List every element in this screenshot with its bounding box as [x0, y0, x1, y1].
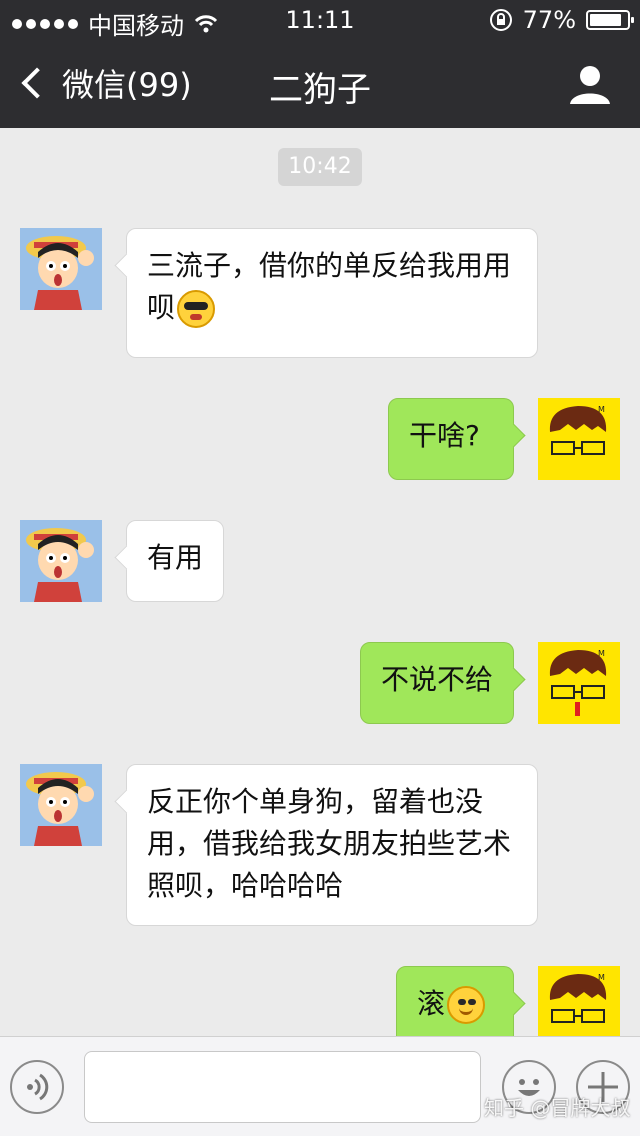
voice-icon — [27, 1073, 49, 1101]
message-text: 滚 — [417, 987, 446, 1020]
status-bar: 中国移动 11:11 77% — [0, 0, 640, 40]
svg-text:M: M — [598, 649, 605, 658]
message-bubble-incoming[interactable]: 有用 — [126, 520, 224, 602]
svg-text:M: M — [598, 405, 605, 414]
message-bubble-outgoing[interactable]: 滚 — [396, 966, 514, 1036]
message-bubble-incoming[interactable]: 反正你个单身狗，留着也没用，借我给我女朋友拍些艺术照呗，哈哈哈哈 — [126, 764, 538, 926]
message-text: 反正你个单身狗，留着也没用，借我给我女朋友拍些艺术照呗，哈哈哈哈 — [147, 785, 512, 902]
message-input[interactable] — [84, 1051, 481, 1123]
input-bar — [0, 1036, 640, 1136]
chat-title: 二狗子 — [269, 70, 371, 110]
timestamp: 10:42 — [278, 148, 362, 186]
contact-avatar[interactable] — [20, 764, 102, 846]
smiling-face-emoji — [447, 986, 486, 1024]
message-text: 不说不给 — [381, 663, 494, 696]
person-icon[interactable] — [568, 62, 612, 106]
status-right: 77% — [489, 6, 634, 34]
message-bubble-outgoing[interactable]: 不说不给 — [360, 642, 514, 724]
battery-icon — [586, 10, 634, 30]
my-avatar[interactable]: M — [538, 966, 620, 1036]
rotation-lock-icon — [489, 9, 512, 31]
contact-avatar[interactable] — [20, 520, 102, 602]
chat-area[interactable]: 10:42 三流子，借你的单反给我用用呗 干啥? M 有用 不说不给 M 反正你… — [0, 128, 640, 1036]
voice-button[interactable] — [10, 1060, 64, 1114]
message-bubble-incoming[interactable]: 三流子，借你的单反给我用用呗 — [126, 228, 538, 358]
battery-percent: 77% — [522, 6, 576, 34]
navigation-bar: 微信(99) 二狗子 — [0, 40, 640, 128]
svg-text:M: M — [598, 973, 605, 982]
my-avatar[interactable]: M — [538, 642, 620, 724]
message-text: 有用 — [147, 541, 204, 574]
message-text: 干啥? — [409, 419, 480, 452]
sunglasses-face-emoji — [177, 290, 216, 328]
contact-avatar[interactable] — [20, 228, 102, 310]
watermark: 知乎 @冒牌大叔 — [484, 1096, 631, 1120]
my-avatar[interactable]: M — [538, 398, 620, 480]
message-bubble-outgoing[interactable]: 干啥? — [388, 398, 514, 480]
